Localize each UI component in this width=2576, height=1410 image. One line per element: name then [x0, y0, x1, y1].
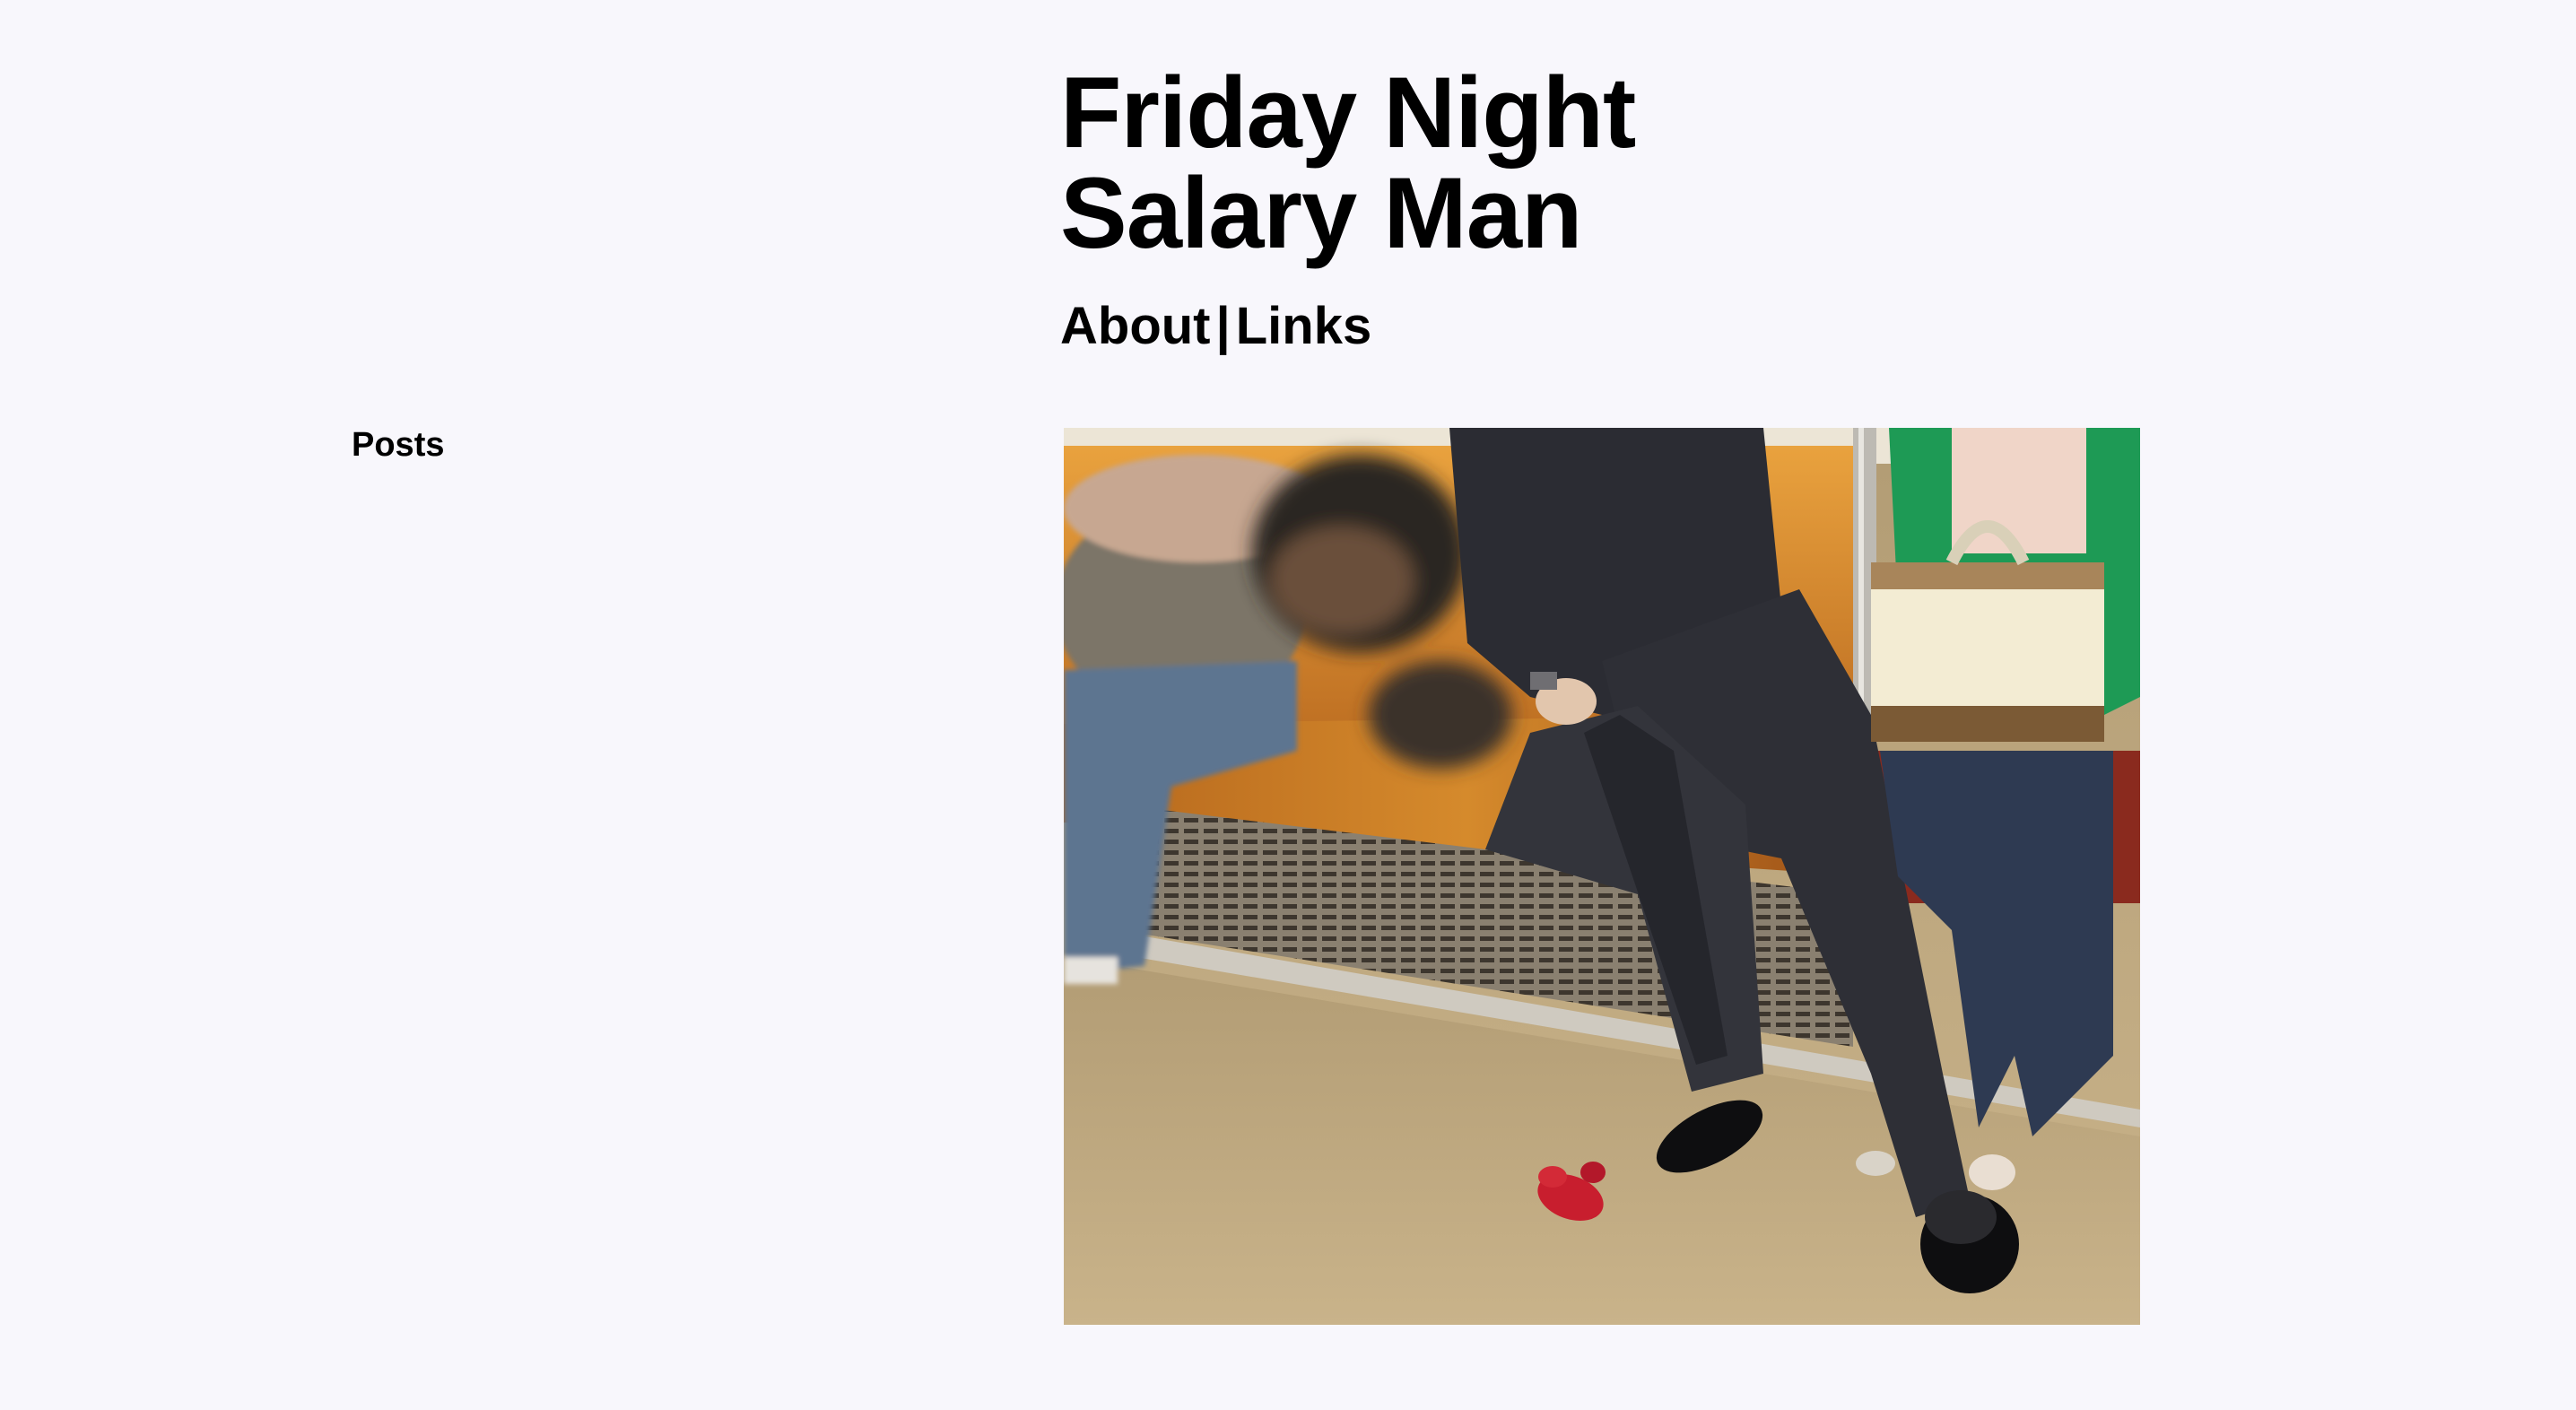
site-title-line-1: Friday Night	[1060, 57, 1636, 169]
site-nav: About | Links	[1060, 296, 1371, 357]
nav-link-about[interactable]: About	[1060, 297, 1211, 355]
site-title: Friday Night Salary Man	[1060, 57, 1636, 269]
site-title-line-2: Salary Man	[1060, 157, 1582, 269]
post-photo[interactable]	[1064, 428, 2140, 1325]
nav-link-links[interactable]: Links	[1236, 297, 1372, 355]
subway-passengers-photo	[1064, 428, 2140, 1325]
posts-heading: Posts	[352, 426, 445, 464]
nav-separator: |	[1215, 297, 1231, 355]
